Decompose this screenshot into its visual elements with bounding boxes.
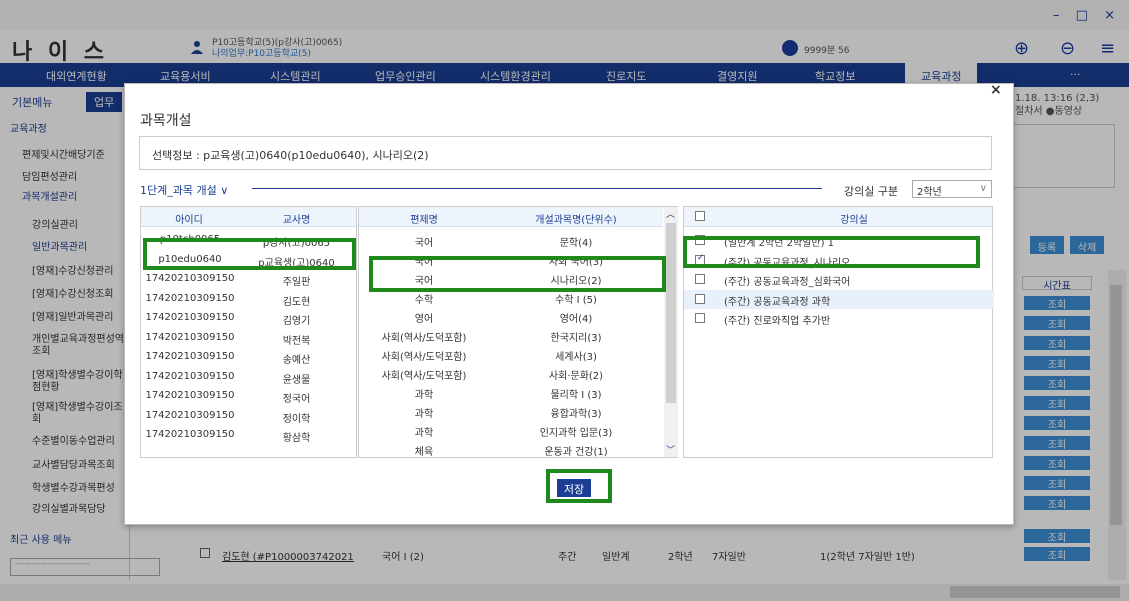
subject-row[interactable]: 과학 물리학 I (3) (359, 383, 663, 402)
divider (252, 188, 822, 189)
teacher-row[interactable]: 17420210309150 송예산 (141, 348, 356, 367)
col-teacher: 교사명 (282, 215, 311, 226)
subject-curriculum: 사회(역사/도덕포함) (381, 371, 467, 382)
col-curriculum: 편제명 (410, 215, 438, 226)
teacher-name: 김도현 (282, 296, 311, 308)
chevron-down-icon: ∨ (220, 184, 229, 197)
room-type-value: 2학년 (917, 187, 942, 198)
step-text: 1단계_과목 개설 (140, 184, 217, 197)
subject-curriculum: 과학 (414, 428, 434, 439)
step-label[interactable]: 1단계_과목 개설 ∨ (140, 182, 228, 198)
teacher-name: 황삼학 (282, 433, 311, 444)
teacher-row[interactable]: 17420210309150 윤생물 (141, 368, 356, 387)
subject-table-header: 편제명 개설과목명(단위수) (359, 207, 663, 227)
subject-row[interactable]: 사회(역사/도덕포함) 세계사(3) (359, 345, 663, 364)
room-label: (주간) 공동교육과정_심화국어 (724, 277, 851, 288)
teacher-name: 주일판 (282, 277, 311, 288)
subject-name: 융합과학(3) (550, 409, 602, 420)
subject-scroll-thumb[interactable] (666, 223, 676, 403)
subject-name: 영어(4) (559, 314, 593, 325)
subject-scrollbar[interactable]: ︿ ﹀ (664, 207, 678, 457)
room-checkbox[interactable] (695, 313, 705, 323)
subject-curriculum: 사회(역사/도덕포함) (381, 333, 467, 344)
subject-curriculum: 영어 (414, 314, 434, 325)
room-checkbox[interactable] (695, 274, 705, 284)
teacher-id: 17420210309150 (145, 312, 235, 323)
teacher-name: 정이학 (282, 413, 311, 425)
teacher-row[interactable]: 17420210309150 김도현 (141, 290, 356, 309)
room-row[interactable]: (주간) 공동교육과정 과학 (684, 289, 994, 309)
col-id: 아이디 (175, 215, 203, 226)
teacher-name: 송예산 (282, 355, 311, 366)
teacher-id: 17420210309150 (145, 409, 235, 421)
room-row[interactable]: (주간) 공동교육과정_심화국어 (684, 270, 994, 289)
highlight-teacher (143, 238, 356, 270)
subject-row[interactable]: 과학 융합과학(3) (359, 402, 663, 421)
room-type-label: 강의실 구분 (844, 185, 899, 198)
subject-name: 운동과 건강(1) (544, 447, 608, 458)
teacher-row[interactable]: 17420210309150 정이학 (141, 407, 356, 426)
subject-name: 한국지리(3) (550, 333, 602, 344)
subject-curriculum: 과학 (414, 390, 434, 401)
subject-row[interactable]: 사회(역사/도덕포함) 한국지리(3) (359, 326, 663, 345)
teacher-id: 17420210309150 (145, 370, 235, 382)
highlight-subject (369, 256, 666, 292)
select-all-checkbox[interactable] (695, 211, 705, 221)
col-room: 강의실 (840, 215, 868, 226)
teacher-id: 17420210309150 (145, 331, 235, 343)
close-icon[interactable]: × (990, 82, 1002, 98)
teacher-id: 17420210309150 (145, 273, 235, 284)
room-type-select[interactable]: 2학년 ∨ (912, 180, 992, 198)
subject-curriculum: 사회(역사/도덕포함) (381, 352, 467, 363)
subject-curriculum: 국어 (414, 238, 434, 249)
chevron-down-icon: ∨ (979, 183, 987, 194)
teacher-row[interactable]: 17420210309150 정국어 (141, 387, 356, 406)
teacher-row[interactable]: 17420210309150 박전복 (141, 329, 356, 348)
teacher-id: 17420210309150 (145, 351, 235, 362)
subject-row[interactable]: 과학 인지과학 입문(3) (359, 421, 663, 440)
teacher-row[interactable]: 17420210309150 주일판 (141, 270, 356, 289)
teacher-name: 김영기 (282, 316, 311, 327)
teacher-name: 윤생물 (282, 374, 311, 386)
subject-table: 편제명 개설과목명(단위수) 국어 문학(4) 국어 사회 국어(3) 국어 시나리오(2… (358, 206, 678, 458)
scroll-up-icon[interactable]: ︿ (666, 207, 675, 220)
teacher-name: 박전복 (282, 335, 311, 347)
room-label: (주간) 공동교육과정 과학 (724, 296, 831, 308)
teacher-name: 정국어 (282, 394, 311, 405)
subject-curriculum: 체육 (414, 447, 434, 458)
teacher-row[interactable]: 17420210309150 김영기 (141, 309, 356, 328)
subject-name: 물리학 I (3) (550, 390, 602, 401)
teacher-id: 17420210309150 (145, 292, 235, 304)
subject-name: 수학 I (5) (555, 295, 597, 306)
save-button[interactable]: 저장 (557, 479, 591, 497)
subject-row[interactable]: 영어 영어(4) (359, 307, 663, 326)
teacher-row[interactable]: 17420210309150 황삼학 (141, 426, 356, 445)
room-label: (주간) 진로와직업 추가반 (724, 316, 831, 327)
teacher-id: 17420210309150 (145, 429, 235, 440)
subject-curriculum: 과학 (414, 409, 434, 420)
teacher-table-header: 아이디 교사명 (141, 207, 356, 227)
subject-curriculum: 수학 (414, 295, 434, 306)
teacher-id: 17420210309150 (145, 390, 235, 401)
room-checkbox[interactable] (695, 293, 705, 304)
subject-row[interactable]: 체육 운동과 건강(1) (359, 440, 663, 459)
subject-row[interactable]: 국어 문학(4) (359, 231, 663, 250)
room-row[interactable]: (주간) 진로와직업 추가반 (684, 309, 994, 328)
selection-info: 선택정보 : p교육생(고)0640(p10edu0640), 시나리오(2) (139, 136, 992, 170)
scroll-down-icon[interactable]: ﹀ (666, 443, 675, 456)
subject-name: 사회·문화(2) (548, 371, 604, 382)
subject-row[interactable]: 사회(역사/도덕포함) 사회·문화(2) (359, 364, 663, 383)
subject-name: 인지과학 입문(3) (539, 428, 613, 439)
col-subject: 개설과목명(단위수) (535, 215, 617, 226)
subject-name: 세계사(3) (555, 352, 597, 363)
room-table-header: 강의실 (684, 207, 992, 227)
dialog-title: 과목개설 (140, 113, 192, 129)
subject-name: 문학(4) (559, 238, 593, 249)
highlight-room (683, 236, 980, 268)
